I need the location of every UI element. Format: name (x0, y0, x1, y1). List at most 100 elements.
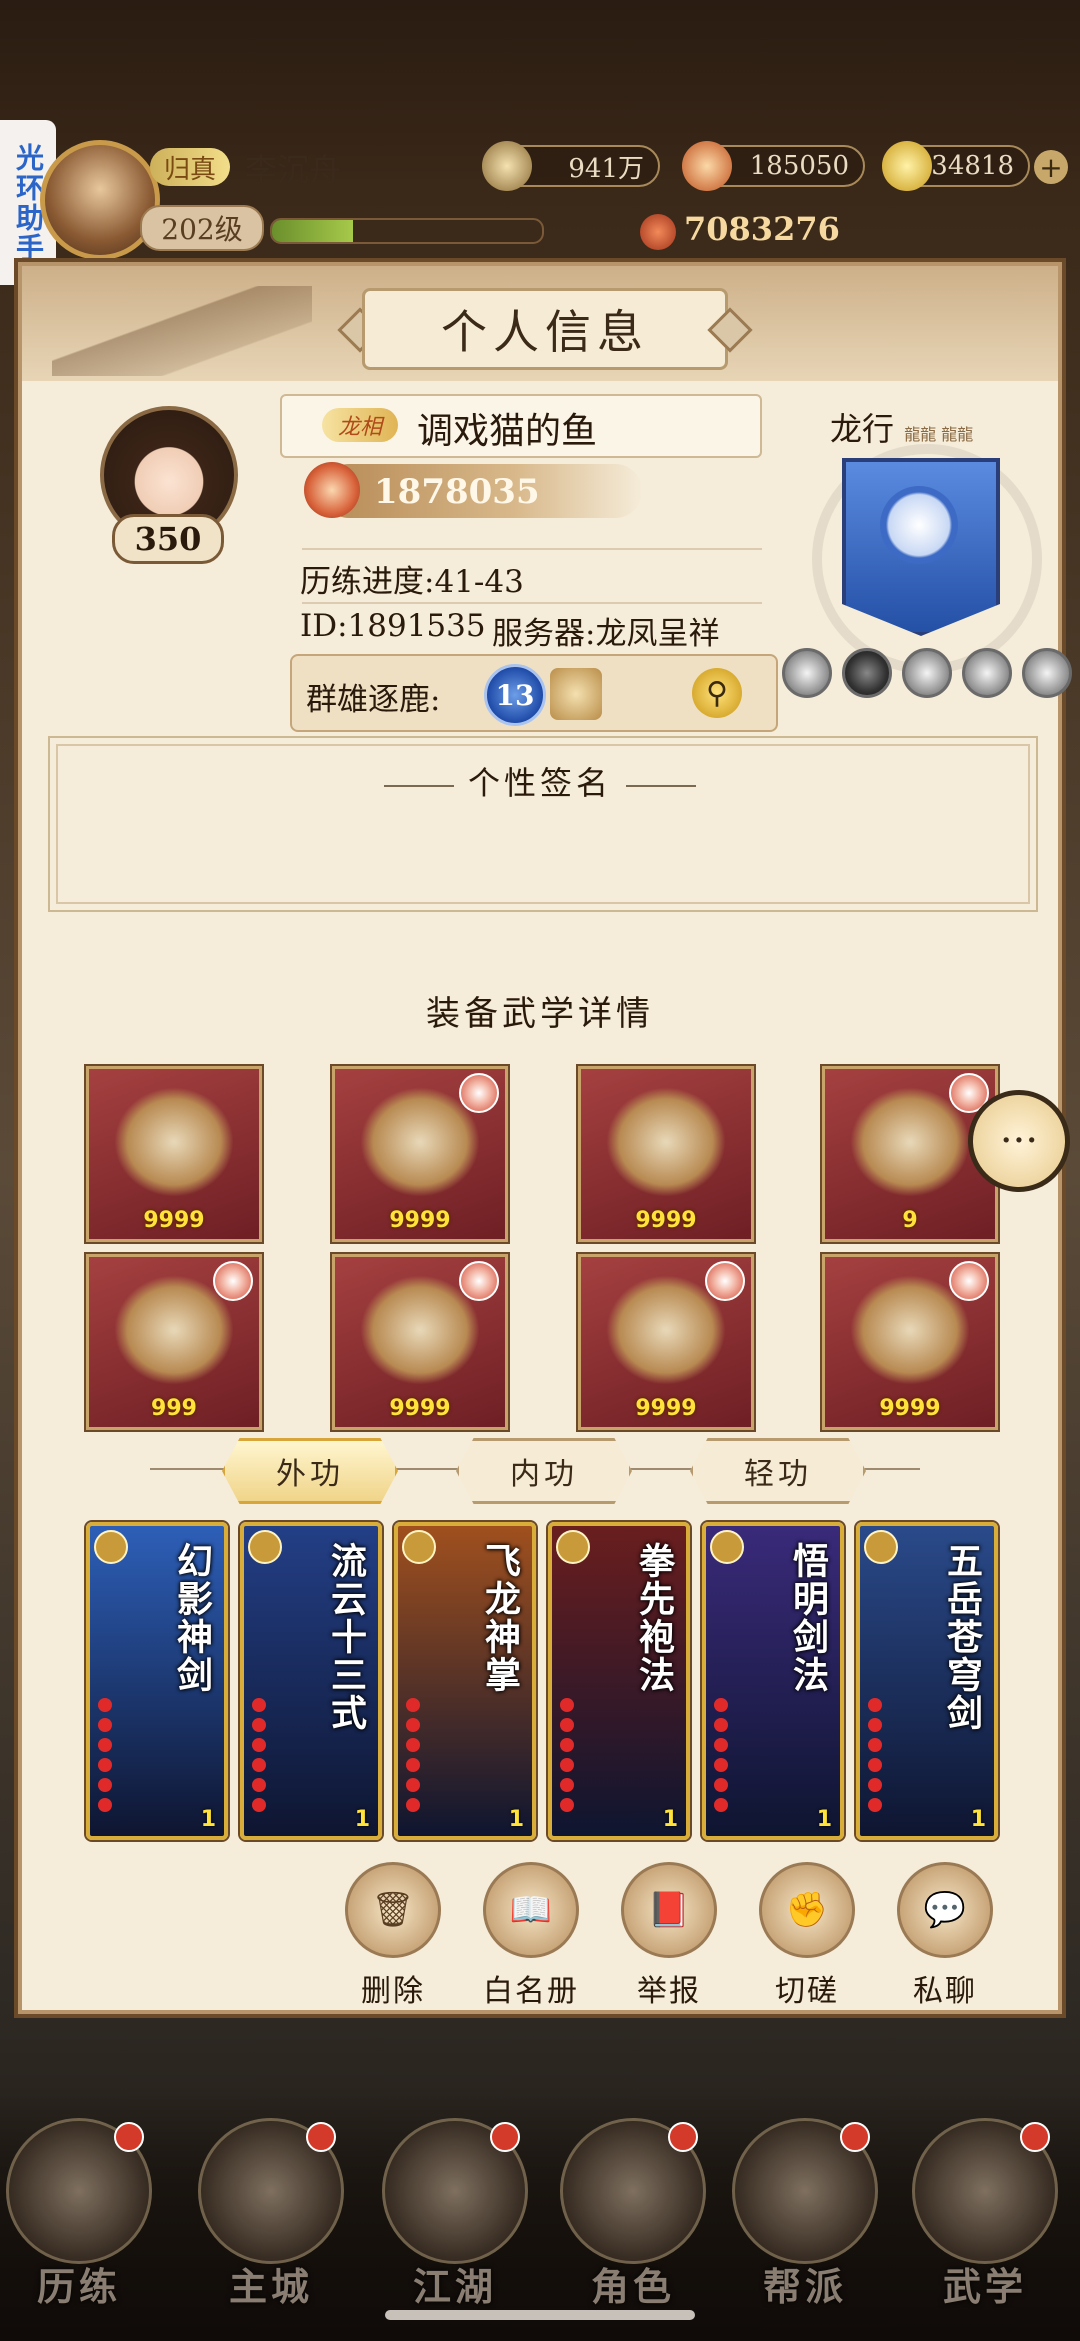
pip-icon (714, 1798, 728, 1812)
add-gold-icon[interactable]: + (1034, 150, 1068, 184)
power-icon (304, 462, 360, 518)
whitelist-button[interactable]: 📖 白名册 (476, 1862, 586, 2010)
wave-emblem-icon (880, 486, 958, 564)
skill-card[interactable]: 飞龙神掌 1 (394, 1522, 536, 1840)
nav-item-character[interactable]: 角色 (558, 2118, 708, 2318)
badge-icon[interactable] (842, 648, 892, 698)
equipment-count: 9 (902, 1208, 918, 1233)
search-icon[interactable]: ⚲ (692, 668, 742, 718)
nav-item-guild[interactable]: 帮派 (730, 2118, 880, 2318)
skill-card[interactable]: 幻影神剑 1 (86, 1522, 228, 1840)
pip-icon (98, 1718, 112, 1732)
equipment-slot-ring[interactable]: 9999 (822, 1254, 998, 1430)
home-indicator[interactable] (385, 2310, 695, 2320)
top-power-value: 7083276 (684, 210, 840, 248)
equipment-count: 999 (151, 1396, 197, 1421)
coin-icon (482, 141, 532, 191)
pip-icon (560, 1738, 574, 1752)
private-chat-button[interactable]: 💬 私聊 (890, 1862, 1000, 2010)
nav-label: 帮派 (762, 2264, 847, 2309)
gold-counter[interactable]: 34818 (882, 141, 1030, 191)
skill-level: 1 (970, 1807, 986, 1832)
pip-icon (406, 1718, 420, 1732)
equipment-slot-bracer[interactable]: 9999 (578, 1254, 754, 1430)
nav-label: 历练 (36, 2264, 121, 2309)
ornament-line (626, 784, 696, 787)
player-avatar[interactable] (40, 140, 160, 260)
pip-icon (406, 1758, 420, 1772)
pip-icon (98, 1798, 112, 1812)
tab-lightness-skill[interactable]: 轻功 (690, 1438, 866, 1504)
pip-icon (560, 1718, 574, 1732)
pip-icon (406, 1798, 420, 1812)
star-badge-icon (213, 1261, 253, 1301)
equipment-slot-whip[interactable]: 9999 (86, 1066, 262, 1242)
pip-icon (252, 1778, 266, 1792)
skill-card[interactable]: 悟明剑法 1 (702, 1522, 844, 1840)
nav-item-martial-arts[interactable]: 武学 (910, 2118, 1060, 2318)
tab-outer-skill[interactable]: 外功 (222, 1438, 398, 1504)
pip-icon (98, 1698, 112, 1712)
progress-text: 历练进度:41-43 (300, 564, 524, 600)
whip-icon (114, 1087, 234, 1197)
equipment-count: 9999 (635, 1396, 697, 1421)
grade-icon (864, 1530, 898, 1564)
badge-icon[interactable] (1022, 648, 1072, 698)
badge-icon[interactable] (902, 648, 952, 698)
nav-label: 主城 (228, 2264, 313, 2309)
pip-icon (98, 1738, 112, 1752)
skill-level: 1 (200, 1807, 216, 1832)
nav-label: 江湖 (412, 2264, 497, 2309)
pip-icon (560, 1758, 574, 1772)
gold-ingot-icon (882, 141, 932, 191)
chat-icon: 💬 (897, 1862, 993, 1958)
equipment-slot-robe[interactable]: 9999 (332, 1066, 508, 1242)
equipment-count: 9999 (143, 1208, 205, 1233)
skill-name: 飞龙神掌 (479, 1542, 521, 1694)
pip-icon (98, 1758, 112, 1772)
profile-name: 调戏猫的鱼 (417, 411, 598, 452)
spar-button[interactable]: ✊ 切磋 (752, 1862, 862, 2010)
equipment-slot-belt[interactable]: 9999 (578, 1066, 754, 1242)
delete-label: 删除 (361, 1974, 425, 2009)
top-power: 7083276 (640, 210, 840, 250)
trident-emblem-icon (550, 668, 602, 720)
grade-icon (248, 1530, 282, 1564)
skill-name: 五岳苍穹剑 (941, 1542, 983, 1732)
arena-rank-number: 13 (484, 664, 546, 726)
pip-icon (714, 1698, 728, 1712)
name-title-badge: 龙相 (322, 408, 398, 442)
star-badge-icon (459, 1261, 499, 1301)
skill-pips (714, 1698, 728, 1812)
copper-counter[interactable]: 941万 (482, 141, 660, 191)
skill-name: 流云十三式 (325, 1542, 367, 1732)
equipment-slot-necklace[interactable]: 999 (86, 1254, 262, 1430)
signature-title: 个性签名 (22, 758, 1058, 804)
pip-icon (560, 1798, 574, 1812)
skill-pips (560, 1698, 574, 1812)
nav-item-jianghu[interactable]: 江湖 (380, 2118, 530, 2318)
badge-icon[interactable] (962, 648, 1012, 698)
silver-counter[interactable]: 185050 (682, 141, 865, 191)
badge-icon[interactable] (782, 648, 832, 698)
skill-card[interactable]: 五岳苍穹剑 1 (856, 1522, 998, 1840)
pip-icon (252, 1798, 266, 1812)
delete-button[interactable]: 🗑 删除 (338, 1862, 448, 2010)
grade-icon (710, 1530, 744, 1564)
pip-icon (868, 1738, 882, 1752)
equipment-slot-hairpin[interactable]: 9999 (332, 1254, 508, 1430)
skill-card[interactable]: 拳先袍法 1 (548, 1522, 690, 1840)
report-button[interactable]: 📕 举报 (614, 1862, 724, 2010)
silver-icon (682, 141, 732, 191)
pip-icon (868, 1758, 882, 1772)
skill-card[interactable]: 流云十三式 1 (240, 1522, 382, 1840)
chat-bubble-icon[interactable]: ··· (968, 1090, 1070, 1192)
arena-rank-box: 群雄逐鹿: 13 ⚲ (290, 654, 778, 732)
report-label: 举报 (637, 1974, 701, 2009)
profile-power-value: 1878035 (374, 472, 540, 512)
nav-item-training[interactable]: 历练 (4, 2118, 154, 2318)
tab-inner-skill[interactable]: 内功 (456, 1438, 632, 1504)
nav-item-city[interactable]: 主城 (196, 2118, 346, 2318)
skill-level: 1 (354, 1807, 370, 1832)
fist-icon: ✊ (759, 1862, 855, 1958)
